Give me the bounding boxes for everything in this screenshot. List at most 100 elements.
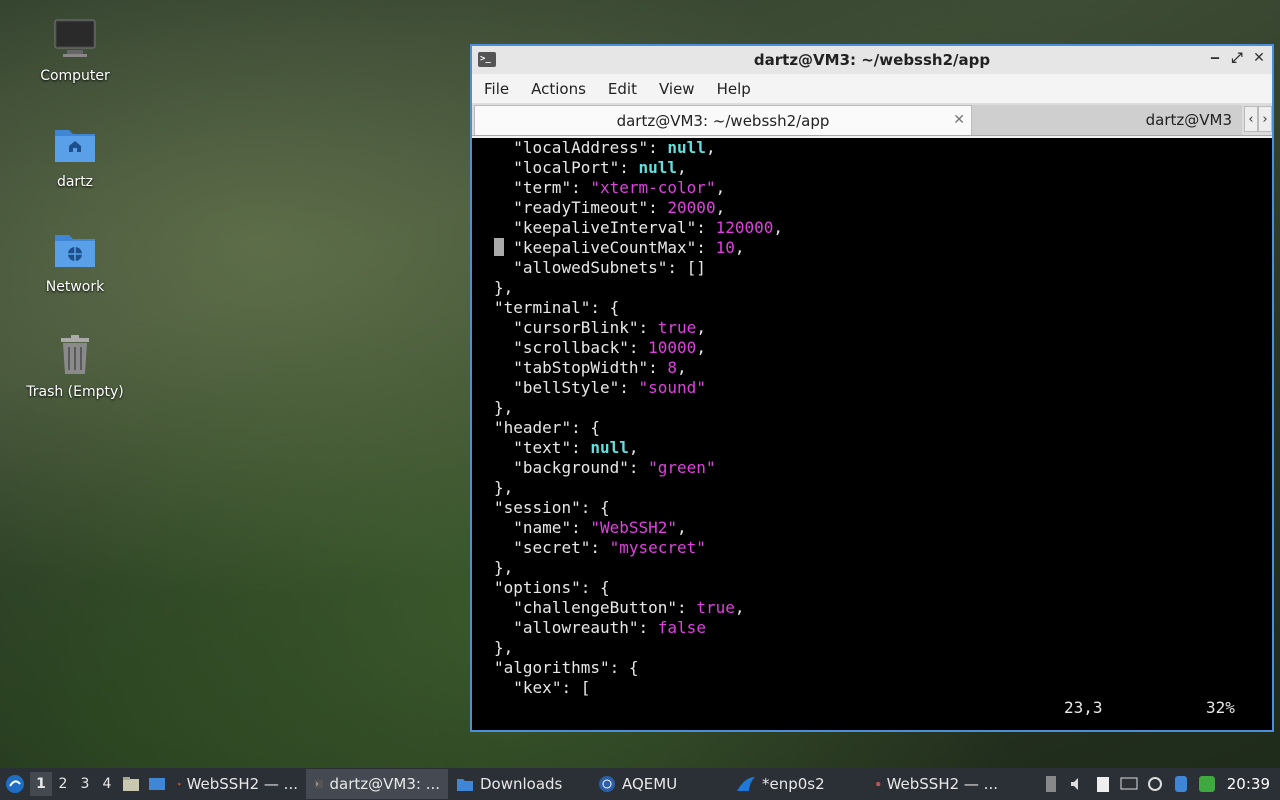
update-icon[interactable]: [1145, 774, 1165, 794]
terminal-token: },: [494, 558, 514, 577]
terminal-token: true: [696, 598, 735, 617]
terminal-lines: "localAddress": null, "localPort": null,…: [494, 138, 1272, 698]
window-titlebar[interactable]: >_ dartz@VM3: ~/webssh2/app ‒ ⤢ ✕: [472, 46, 1272, 74]
task-aqemu[interactable]: AQEMU: [590, 769, 728, 799]
workspace-4[interactable]: 4: [96, 772, 118, 796]
terminal-token: ": [494, 338, 523, 357]
show-desktop-button[interactable]: [144, 772, 170, 796]
task-firefox-2[interactable]: WebSSH2 — ...: [868, 769, 1006, 799]
terminal-token: ": [494, 658, 504, 677]
workspace-3[interactable]: 3: [74, 772, 96, 796]
terminal-token: "sound": [638, 378, 706, 397]
menu-actions[interactable]: Actions: [531, 80, 586, 98]
terminal-token: ": {: [571, 578, 610, 597]
terminal-token: ":: [667, 598, 697, 617]
monitor-icon: [54, 19, 96, 57]
terminal-token: ":: [638, 198, 668, 217]
clock[interactable]: 20:39: [1227, 775, 1270, 793]
terminal-token: ": [494, 418, 504, 437]
tab-label: dartz@VM3: ~/webssh2/app: [616, 111, 830, 130]
terminal-token: ,: [734, 238, 745, 257]
terminal-token: "green": [648, 458, 716, 477]
firefox-icon: [178, 782, 181, 786]
terminal-token: "WebSSH2": [590, 518, 678, 537]
desktop-icon-trash[interactable]: Trash (Empty): [20, 330, 130, 400]
terminal-token: kex: [522, 678, 552, 697]
terminal-line: "keepaliveCountMax": 10,: [494, 238, 1272, 258]
file-manager-launcher[interactable]: [118, 772, 144, 796]
terminal-token: ": [494, 458, 523, 477]
terminal-token: ": [494, 318, 523, 337]
maximize-button[interactable]: ⤢: [1230, 50, 1244, 66]
task-wireshark[interactable]: *enp0s2: [728, 769, 868, 799]
clipboard-icon[interactable]: [1093, 774, 1113, 794]
terminal-token: ,: [677, 358, 687, 377]
terminal-token: 8: [667, 358, 678, 377]
terminal-token: ": [494, 298, 504, 317]
terminal-token: ": [494, 138, 523, 157]
terminal-line: "allowreauth": false: [494, 618, 1272, 638]
wireshark-icon: [737, 777, 755, 791]
terminal-token: terminal: [503, 298, 581, 317]
start-menu-button[interactable]: [0, 768, 30, 800]
terminal-token: ": [494, 358, 523, 377]
terminal-line: "header": {: [494, 418, 1272, 438]
terminal-token: ":: [628, 618, 658, 637]
close-button[interactable]: ✕: [1252, 50, 1266, 66]
terminal-token: ": {: [571, 498, 610, 517]
terminal-line: },: [494, 278, 1272, 298]
terminal-token: session: [503, 498, 572, 517]
terminal-token: ,: [734, 598, 745, 617]
tab-close-icon[interactable]: ✕: [953, 112, 965, 128]
terminal-token: },: [494, 278, 514, 297]
task-label: *enp0s2: [762, 775, 825, 793]
tab-active[interactable]: dartz@VM3: ~/webssh2/app ✕: [474, 105, 972, 135]
tray-slider-icon[interactable]: [1041, 774, 1061, 794]
task-label: Downloads: [480, 775, 563, 793]
minimize-button[interactable]: ‒: [1208, 50, 1222, 66]
task-terminal[interactable]: dartz@VM3: ...: [306, 769, 448, 799]
terminal-token: allowreauth: [522, 618, 629, 637]
terminal-token: ":: [686, 218, 716, 237]
terminal-line: "cursorBlink": true,: [494, 318, 1272, 338]
terminal-token: null: [590, 438, 629, 457]
terminal-content[interactable]: "localAddress": null, "localPort": null,…: [472, 138, 1272, 730]
terminal-token: ,: [696, 338, 706, 357]
terminal-token: ": [494, 258, 523, 277]
task-label: AQEMU: [622, 775, 678, 793]
desktop-icon-label: Trash (Empty): [26, 384, 124, 400]
home-folder-icon: [55, 130, 95, 162]
terminal-token: ": [494, 178, 523, 197]
terminal-token: options: [503, 578, 572, 597]
tab-scroll-left-icon[interactable]: ‹: [1244, 106, 1258, 132]
network-manager-icon[interactable]: [1197, 774, 1217, 794]
terminal-token: 120000: [715, 218, 774, 237]
menu-file[interactable]: File: [484, 80, 509, 98]
volume-icon[interactable]: [1067, 774, 1087, 794]
menu-help[interactable]: Help: [717, 80, 751, 98]
terminal-token: ":: [561, 438, 591, 457]
menu-view[interactable]: View: [659, 80, 695, 98]
task-label: dartz@VM3: ...: [329, 775, 440, 793]
terminal-token: null: [667, 138, 706, 157]
task-firefox-1[interactable]: WebSSH2 — ...: [170, 769, 306, 799]
desktop-icon-home[interactable]: dartz: [20, 120, 130, 190]
task-downloads[interactable]: Downloads: [448, 769, 590, 799]
terminal-line: },: [494, 638, 1272, 658]
tab-inactive[interactable]: dartz@VM3: [972, 105, 1242, 135]
tab-bar: dartz@VM3: ~/webssh2/app ✕ dartz@VM3 ‹ ›: [472, 104, 1272, 136]
desktop-icon-network[interactable]: Network: [20, 225, 130, 295]
menu-edit[interactable]: Edit: [608, 80, 637, 98]
desktop-icon-label: dartz: [56, 174, 94, 190]
terminal-line: "algorithms": {: [494, 658, 1272, 678]
terminal-token: ": [494, 518, 523, 537]
tab-scroll-right-icon[interactable]: ›: [1258, 106, 1272, 132]
bluetooth-icon[interactable]: [1171, 774, 1191, 794]
terminal-token: ": [494, 158, 523, 177]
terminal-line: "term": "xterm-color",: [494, 178, 1272, 198]
screen-icon[interactable]: [1119, 774, 1139, 794]
terminal-line: "kex": [: [494, 678, 1272, 698]
desktop-icon-computer[interactable]: Computer: [20, 14, 130, 84]
workspace-1[interactable]: 1: [30, 772, 52, 796]
workspace-2[interactable]: 2: [52, 772, 74, 796]
